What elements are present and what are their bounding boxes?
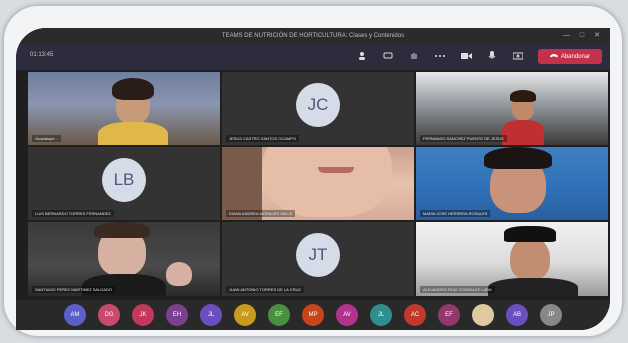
- participant-avatar[interactable]: DG: [98, 304, 120, 326]
- participant-avatar[interactable]: EF: [438, 304, 460, 326]
- maximize-icon[interactable]: □: [580, 28, 584, 44]
- participant-face: [262, 147, 392, 217]
- participant-avatar[interactable]: AV: [336, 304, 358, 326]
- leave-label: Abandonar: [560, 53, 591, 60]
- teams-meeting-window: TEAMS DE NUTRICIÓN DE HORTICULTURA: Clas…: [16, 28, 610, 330]
- minimize-icon[interactable]: —: [563, 28, 570, 44]
- camera-icon[interactable]: [460, 50, 472, 62]
- participant-name: SANTIAGO PEREZ MARTINEZ SALGADO: [32, 286, 116, 293]
- participant-mouth: [318, 167, 354, 173]
- participant-avatar[interactable]: AM: [64, 304, 86, 326]
- participant-name: JUAN ANTONIO TORRES DE LA CRUZ: [226, 286, 304, 293]
- window-controls: — □ ✕: [563, 28, 600, 44]
- participant-name: FERNANDO SANCHEZ PUENTE DE JESUS: [420, 135, 507, 142]
- participant-tile[interactable]: DIANA ANDREA MORALES VALLE: [222, 147, 414, 220]
- participant-avatar[interactable]: AB: [506, 304, 528, 326]
- participant-name: LUIS BERNARDO TORRES FERNANDEZ: [32, 210, 114, 217]
- participant-hair: [510, 90, 536, 102]
- participant-cap: [504, 226, 556, 242]
- participant-avatar[interactable]: MP: [302, 304, 324, 326]
- participant-tile[interactable]: JC JESUS CASTRO SANTOS OCAMPO: [222, 72, 414, 145]
- raise-hand-icon[interactable]: [408, 50, 420, 62]
- title-bar: TEAMS DE NUTRICIÓN DE HORTICULTURA: Clas…: [16, 28, 610, 44]
- participant-avatar[interactable]: EF: [268, 304, 290, 326]
- participant-name: DIANA ANDREA MORALES VALLE: [226, 210, 296, 217]
- participants-dock: AM DG JK EH JL AV EF MP AV JL AC EF AB JP: [16, 300, 610, 330]
- participant-body: [502, 120, 544, 145]
- phone-icon: [549, 53, 558, 60]
- participant-avatar[interactable]: AV: [234, 304, 256, 326]
- participant-name: ALEJANDRO RUIZ GONZALEZ LARA: [420, 286, 495, 293]
- more-icon[interactable]: [434, 50, 446, 62]
- participant-hair: [94, 222, 150, 238]
- participant-body: [488, 278, 578, 296]
- participant-avatar[interactable]: JL: [200, 304, 222, 326]
- avatar: JT: [296, 233, 340, 277]
- participant-face: [510, 236, 550, 280]
- participant-body: [98, 122, 168, 145]
- chat-icon[interactable]: [382, 50, 394, 62]
- participant-tile[interactable]: MARIA JOSE HERRERA ROSALES: [416, 147, 608, 220]
- video-grid: Guadalupe... JC JESUS CASTRO SANTOS OCAM…: [28, 72, 608, 296]
- participant-tile[interactable]: LB LUIS BERNARDO TORRES FERNANDEZ: [28, 147, 220, 220]
- participant-hair: [112, 78, 154, 100]
- participant-avatar[interactable]: JP: [540, 304, 562, 326]
- participant-hair: [484, 147, 552, 169]
- meeting-toolbar: 01:13:45 Abandonar: [16, 44, 610, 70]
- participant-tile[interactable]: JT JUAN ANTONIO TORRES DE LA CRUZ: [222, 222, 414, 296]
- participant-tile[interactable]: SANTIAGO PEREZ MARTINEZ SALGADO: [28, 222, 220, 296]
- leave-button[interactable]: Abandonar: [538, 49, 602, 64]
- participant-tile[interactable]: Guadalupe...: [28, 72, 220, 145]
- toolbar-icons: [356, 50, 524, 62]
- participant-avatar[interactable]: EH: [166, 304, 188, 326]
- avatar: LB: [102, 157, 146, 202]
- participant-name: Guadalupe...: [32, 135, 61, 142]
- participant-tile[interactable]: ALEJANDRO RUIZ GONZALEZ LARA: [416, 222, 608, 296]
- participant-tile[interactable]: FERNANDO SANCHEZ PUENTE DE JESUS: [416, 72, 608, 145]
- participant-avatar[interactable]: JK: [132, 304, 154, 326]
- meeting-timer: 01:13:45: [30, 52, 54, 58]
- participant-hand: [166, 262, 192, 286]
- window-title: TEAMS DE NUTRICIÓN DE HORTICULTURA: Clas…: [221, 33, 405, 39]
- participant-avatar[interactable]: JL: [370, 304, 392, 326]
- share-icon[interactable]: [512, 50, 524, 62]
- close-icon[interactable]: ✕: [594, 28, 600, 44]
- mic-icon[interactable]: [486, 50, 498, 62]
- people-icon[interactable]: [356, 50, 368, 62]
- participant-avatar[interactable]: AC: [404, 304, 426, 326]
- participant-avatar[interactable]: [472, 304, 494, 326]
- avatar: JC: [296, 82, 340, 127]
- participant-name: MARIA JOSE HERRERA ROSALES: [420, 210, 491, 217]
- participant-name: JESUS CASTRO SANTOS OCAMPO: [226, 135, 300, 142]
